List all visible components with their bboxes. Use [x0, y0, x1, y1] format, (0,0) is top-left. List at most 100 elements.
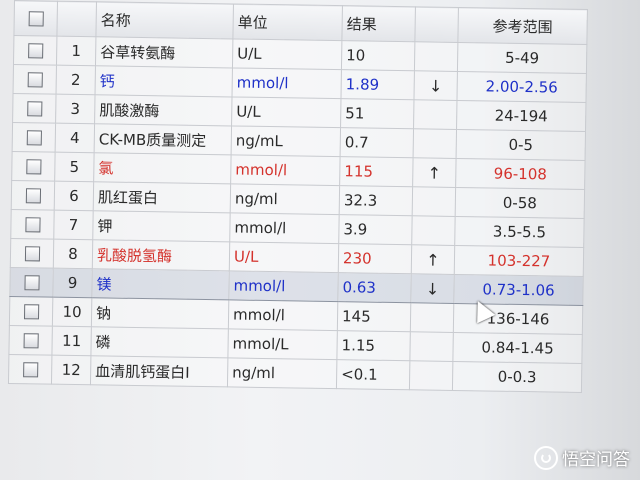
- row-checkbox-cell[interactable]: [9, 267, 54, 298]
- test-result: <0.1: [336, 359, 410, 390]
- wukong-logo-icon: [534, 445, 558, 470]
- test-result: 1.15: [336, 330, 411, 361]
- row-checkbox[interactable]: [23, 333, 39, 349]
- screen: 名称 单位 结果 参考范围 1 谷草转氨酶 U/L 10 5-49 2 钙 mmol/l 1.8…: [0, 0, 640, 480]
- arrow-down-icon: ↓: [413, 70, 458, 101]
- test-name: 谷草转氨酶: [95, 36, 233, 68]
- test-result: 32.3: [339, 185, 413, 216]
- row-number: 12: [51, 355, 91, 385]
- select-all-checkbox[interactable]: [28, 11, 44, 27]
- row-number: 7: [53, 210, 94, 240]
- test-name: 肌酸激酶: [94, 94, 233, 126]
- row-checkbox[interactable]: [26, 130, 42, 146]
- test-reference-range: 5-49: [457, 42, 587, 74]
- test-result: 10: [341, 40, 415, 71]
- lab-results-table: 名称 单位 结果 参考范围 1 谷草转氨酶 U/L 10 5-49 2 钙 mmol/l 1.8…: [8, 0, 588, 393]
- row-checkbox-cell[interactable]: [8, 325, 53, 356]
- row-checkbox-cell[interactable]: [13, 35, 57, 66]
- test-unit: ng/ml: [227, 357, 337, 389]
- row-checkbox-cell[interactable]: [11, 180, 55, 211]
- row-checkbox-cell[interactable]: [10, 238, 54, 269]
- test-name: 肌红蛋白: [93, 181, 231, 213]
- test-reference-range: 24-194: [456, 100, 586, 132]
- row-checkbox-cell[interactable]: [12, 93, 57, 124]
- row-checkbox[interactable]: [25, 188, 41, 204]
- row-checkbox[interactable]: [27, 72, 43, 88]
- test-unit: U/L: [229, 241, 339, 273]
- row-checkbox[interactable]: [23, 275, 40, 291]
- test-result: 1.89: [340, 69, 415, 100]
- row-checkbox[interactable]: [25, 159, 41, 175]
- flag-cell: [413, 128, 457, 159]
- header-num-cell: [56, 1, 97, 37]
- row-checkbox[interactable]: [23, 304, 39, 320]
- row-checkbox-cell[interactable]: [11, 151, 56, 182]
- flag-cell: [411, 215, 456, 246]
- flag-cell: [410, 302, 454, 333]
- test-reference-range: 0.84-1.45: [452, 332, 583, 364]
- test-reference-range: 0-5: [456, 129, 586, 161]
- row-number: 5: [54, 152, 95, 182]
- test-reference-range: 0.73-1.06: [453, 274, 584, 306]
- row-checkbox-cell[interactable]: [9, 296, 53, 327]
- test-result: 115: [339, 156, 414, 187]
- test-unit: mmol/L: [227, 328, 338, 360]
- row-checkbox-cell[interactable]: [8, 354, 52, 385]
- arrow-down-icon: ↓: [410, 273, 455, 304]
- flag-cell: [409, 360, 453, 391]
- test-unit: ng/ml: [230, 183, 340, 215]
- flag-cell: [414, 41, 458, 72]
- test-reference-range: 103-227: [454, 245, 584, 277]
- watermark: 悟空问答: [534, 445, 630, 470]
- row-number: 10: [52, 297, 92, 327]
- test-name: 镁: [91, 268, 230, 300]
- header-result[interactable]: 结果: [341, 5, 416, 42]
- header-unit[interactable]: 单位: [232, 3, 343, 41]
- row-checkbox[interactable]: [22, 362, 38, 378]
- row-checkbox-cell[interactable]: [12, 122, 56, 153]
- test-result: 230: [338, 243, 412, 274]
- test-name: CK-MB质量测定: [94, 123, 232, 155]
- arrow-up-icon: ↑: [412, 157, 457, 188]
- row-checkbox[interactable]: [27, 43, 43, 59]
- header-name[interactable]: 名称: [95, 1, 234, 39]
- test-reference-range: 0-58: [455, 187, 585, 219]
- row-number: 6: [54, 181, 94, 211]
- test-unit: mmol/l: [232, 67, 342, 99]
- test-name: 氯: [93, 152, 232, 184]
- test-name: 钙: [95, 65, 233, 97]
- row-checkbox-cell[interactable]: [10, 209, 55, 240]
- row-checkbox[interactable]: [24, 246, 40, 262]
- arrow-up-icon: ↑: [411, 244, 455, 275]
- header-reference[interactable]: 参考范围: [457, 7, 588, 45]
- flag-cell: [412, 186, 456, 217]
- row-checkbox[interactable]: [24, 217, 41, 233]
- test-name: 磷: [90, 326, 229, 358]
- test-result: 0.63: [337, 272, 412, 303]
- test-reference-range: 96-108: [455, 158, 586, 190]
- row-checkbox-cell[interactable]: [13, 64, 57, 95]
- test-result: 3.9: [338, 214, 413, 245]
- row-number: 9: [52, 268, 93, 298]
- row-number: 1: [56, 36, 96, 66]
- header-flag-cell: [414, 6, 459, 43]
- test-result: 0.7: [340, 127, 414, 158]
- test-unit: ng/mL: [231, 125, 341, 157]
- test-reference-range: 2.00-2.56: [456, 71, 587, 103]
- test-result: 51: [340, 98, 414, 129]
- table-body: 1 谷草转氨酶 U/L 10 5-49 2 钙 mmol/l 1.89 ↓ 2.00-2.56 3 肌酸…: [8, 35, 587, 393]
- row-number: 3: [55, 94, 96, 124]
- test-name: 血清肌钙蛋白I: [90, 355, 228, 387]
- row-number: 4: [55, 123, 95, 153]
- flag-cell: [413, 99, 457, 130]
- test-reference-range: 0-0.3: [452, 361, 582, 393]
- test-unit: mmol/l: [230, 154, 341, 186]
- test-reference-range: 3.5-5.5: [454, 216, 585, 248]
- row-checkbox[interactable]: [26, 101, 42, 117]
- flag-cell: [409, 331, 454, 362]
- row-number: 8: [53, 239, 93, 269]
- header-select-all-cell[interactable]: [13, 0, 58, 37]
- watermark-text: 悟空问答: [562, 450, 630, 470]
- test-unit: mmol/l: [228, 270, 339, 302]
- test-name: 乳酸脱氢酶: [92, 239, 230, 271]
